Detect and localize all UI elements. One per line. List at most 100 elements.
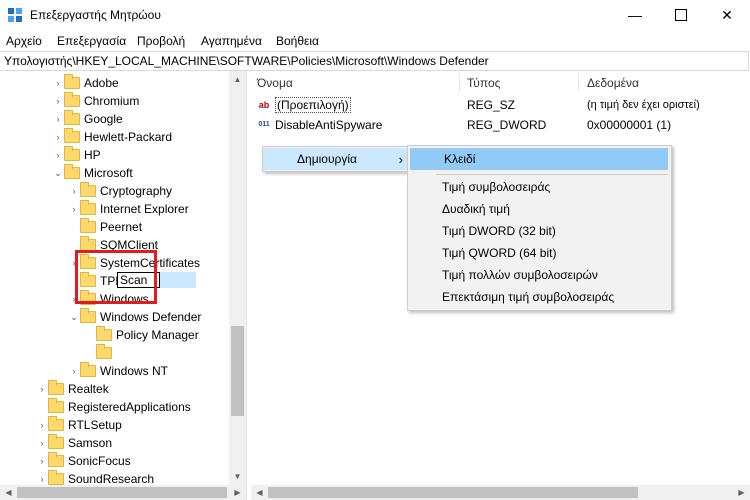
scroll-right-icon[interactable]: ▶ [229,485,246,500]
menu-favorites[interactable]: Αγαπημένα [201,34,262,48]
tree-item[interactable]: › Samson [36,434,112,452]
submenu-item-key[interactable]: Κλειδί [410,148,668,170]
folder-icon [64,128,80,143]
submenu-item-qword[interactable]: Τιμή QWORD (64 bit) [408,242,671,264]
tree-item[interactable]: RegisteredApplications [36,398,191,416]
column-separator[interactable] [578,73,579,91]
tree-item[interactable]: › Adobe [52,74,119,92]
tree-item-new[interactable] [84,344,116,362]
submenu-item-binary[interactable]: Δυαδική τιμή [408,198,671,220]
expand-icon[interactable]: › [36,438,48,448]
expand-icon[interactable]: › [52,132,64,142]
column-header-data[interactable]: Δεδομένα [587,76,639,90]
minimize-icon: — [628,7,642,23]
tree-vertical-scrollbar[interactable]: ▲ ▼ [229,71,246,485]
expand-icon[interactable]: › [68,366,80,376]
value-data: 0x00000001 (1) [587,118,672,132]
expand-icon[interactable]: › [68,186,80,196]
binary-value-icon: 011 [258,121,270,128]
value-row[interactable]: 011 DisableAntiSpyware [257,116,382,134]
tree-item-label: Windows NT [100,364,169,378]
column-header-name[interactable]: Όνομα [257,76,293,90]
scroll-right-icon[interactable]: ▶ [733,485,750,500]
scroll-up-icon[interactable]: ▲ [229,71,246,88]
maximize-button[interactable] [658,0,704,30]
tree-item[interactable]: Policy Manager [84,326,199,344]
collapse-icon[interactable]: ⌄ [52,168,64,179]
address-path[interactable]: Υπολογιστής\HKEY_LOCAL_MACHINE\SOFTWARE\… [4,54,489,68]
scroll-thumb[interactable] [268,487,638,498]
tree-item[interactable]: › Cryptography [68,182,172,200]
tree-item[interactable]: ⌄ Windows Defender [68,308,201,326]
menu-edit[interactable]: Επεξεργασία [57,34,126,48]
menu-divider [436,174,668,175]
folder-icon [64,146,80,161]
tree-item[interactable]: › Windows NT [68,362,168,380]
column-separator[interactable] [459,73,460,91]
expand-icon[interactable]: › [36,474,48,484]
menu-file[interactable]: Αρχείο [6,34,42,48]
tree-item-label: Adobe [84,76,119,90]
scroll-thumb[interactable] [231,326,244,416]
value-data: (η τιμή δεν έχει οριστεί) [587,99,700,111]
scroll-left-icon[interactable]: ◀ [0,485,17,500]
submenu-item-multi-string[interactable]: Τιμή πολλών συμβολοσειρών [408,264,671,286]
expand-icon[interactable]: › [36,420,48,430]
menu-item-new[interactable]: Δημιουργία › [263,148,409,170]
tree-item[interactable]: › Hewlett-Packard [52,128,172,146]
expand-icon[interactable]: › [52,96,64,106]
values-horizontal-scrollbar[interactable]: ◀ ▶ [251,485,750,500]
tree-item-label: RTLSetup [68,418,122,432]
tree-item-label: Hewlett-Packard [84,130,173,144]
tree-item[interactable]: › Internet Explorer [68,200,189,218]
tree-item[interactable]: ⌄ Microsoft [52,164,133,182]
tree-item-label: Google [84,112,123,126]
tree-item-label: Cryptography [100,184,173,198]
submenu: Κλειδί Τιμή συμβολοσειράς Δυαδική τιμή Τ… [407,145,672,311]
address-bar[interactable]: Υπολογιστής\HKEY_LOCAL_MACHINE\SOFTWARE\… [0,51,749,71]
submenu-item-dword[interactable]: Τιμή DWORD (32 bit) [408,220,671,242]
tree-item[interactable]: Peernet [68,218,142,236]
scroll-thumb[interactable] [17,487,227,498]
submenu-item-expandable-string[interactable]: Επεκτάσιμη τιμή συμβολοσειράς [408,286,671,308]
tree-item[interactable]: › RTLSetup [36,416,122,434]
menu-help[interactable]: Βοήθεια [276,34,319,48]
value-row[interactable]: ab (Προεπιλογή) [257,96,351,114]
minimize-button[interactable]: — [612,0,658,30]
column-header-type[interactable]: Τύπος [467,76,500,90]
collapse-icon[interactable]: ⌄ [68,312,80,323]
tree-item[interactable]: › Google [52,110,123,128]
close-button[interactable]: ✕ [704,0,750,30]
expand-icon[interactable]: › [36,456,48,466]
tree-item[interactable]: › Realtek [36,380,109,398]
menu-view[interactable]: Προβολή [137,34,185,48]
tree-item[interactable]: › SoundResearch [36,470,154,485]
expand-icon[interactable]: › [36,384,48,394]
expand-icon[interactable]: › [52,150,64,160]
scroll-down-icon[interactable]: ▼ [229,468,246,485]
expand-icon[interactable]: › [68,204,80,214]
highlight-annotation [75,250,157,304]
folder-icon [80,182,96,197]
scroll-left-icon[interactable]: ◀ [251,485,268,500]
folder-icon [80,308,96,323]
value-name: (Προεπιλογή) [275,97,351,113]
folder-icon [64,164,80,179]
tree-item-label: Microsoft [84,166,133,180]
rename-selection [160,272,196,288]
tree-item[interactable]: › SonicFocus [36,452,131,470]
context-menu: Δημιουργία › [262,146,410,172]
expand-icon[interactable]: › [52,78,64,88]
folder-icon [48,416,64,431]
tree-item-label: HP [84,148,101,162]
tree-item[interactable]: › Chromium [52,92,139,110]
tree-item[interactable]: › HP [52,146,101,164]
expand-icon[interactable]: › [52,114,64,124]
submenu-item-string[interactable]: Τιμή συμβολοσειράς [408,176,671,198]
window-title: Επεξεργαστής Μητρώου [30,8,161,22]
folder-icon [96,326,112,341]
tree-horizontal-scrollbar[interactable]: ◀ ▶ [0,485,246,500]
folder-icon [48,452,64,467]
maximize-icon [675,9,687,21]
folder-icon [48,380,64,395]
